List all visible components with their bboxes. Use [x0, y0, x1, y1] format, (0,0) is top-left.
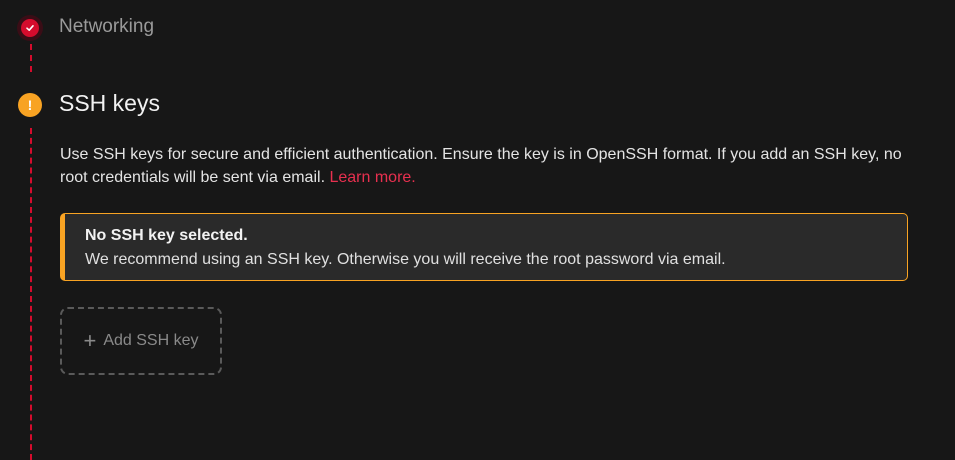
ssh-setup-page: Networking ! SSH keys Use SSH keys for s…	[0, 0, 955, 460]
step-warning-icon: !	[18, 93, 42, 117]
ssh-description-text: Use SSH keys for secure and efficient au…	[60, 146, 902, 186]
check-icon	[26, 25, 34, 31]
plus-icon: +	[83, 328, 97, 353]
alert-title: No SSH key selected.	[85, 227, 248, 244]
no-ssh-key-alert: No SSH key selected. We recommend using …	[60, 213, 908, 281]
add-ssh-key-button[interactable]: + Add SSH key	[60, 307, 222, 375]
learn-more-link[interactable]: Learn more.	[329, 169, 415, 186]
step-title-ssh-keys: SSH keys	[59, 90, 160, 116]
step-title-networking[interactable]: Networking	[59, 16, 154, 38]
add-ssh-key-label: Add SSH key	[103, 332, 199, 349]
step-connector	[30, 44, 32, 72]
step-complete-icon	[21, 19, 39, 37]
step-connector	[30, 128, 32, 460]
alert-message: We recommend using an SSH key. Otherwise…	[85, 251, 726, 268]
exclamation-icon: !	[27, 97, 33, 113]
ssh-description: Use SSH keys for secure and efficient au…	[60, 143, 920, 189]
